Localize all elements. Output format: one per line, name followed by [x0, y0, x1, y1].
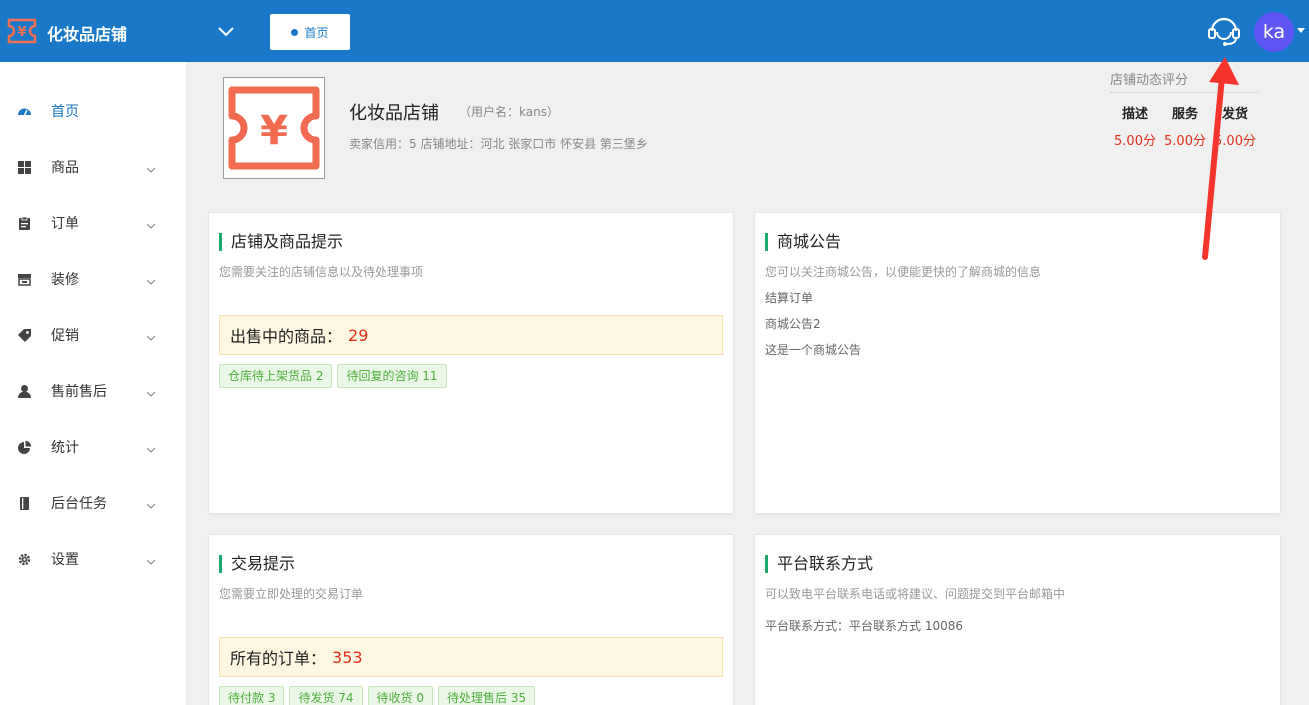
stat-all-orders[interactable]: 所有的订单： 353 — [219, 637, 723, 677]
card-subtitle: 您可以关注商城公告，以便能更快的了解商城的信息 — [765, 265, 1042, 279]
card-platform-contact: 平台联系方式 可以致电平台联系电话或将建议、问题提交到平台邮箱中 平台联系方式：… — [754, 534, 1281, 705]
customer-service-icon[interactable] — [1205, 13, 1243, 49]
shop-info: 卖家信用：5 店铺地址：河北 张家口市 怀安县 第三堡乡 — [349, 137, 648, 151]
chevron-down-icon — [145, 217, 157, 229]
shop-name: 化妆品店铺 — [349, 103, 439, 124]
tag-list: 仓库待上架货品 2 待回复的咨询 11 — [219, 364, 452, 388]
stat-value: 29 — [348, 325, 369, 345]
tag-icon — [17, 328, 32, 343]
tag-to-ship[interactable]: 待发货 74 — [289, 686, 363, 705]
active-dot-icon — [291, 28, 299, 36]
sidebar-item-decoration[interactable]: 装修 — [0, 259, 186, 299]
notice-item[interactable]: 结算订单 — [765, 289, 813, 306]
contact-info: 平台联系方式：平台联系方式 10086 — [765, 619, 963, 633]
tag-to-receive[interactable]: 待收货 0 — [367, 686, 433, 705]
card-title: 平台联系方式 — [765, 555, 873, 573]
sidebar-item-tasks[interactable]: 后台任务 — [0, 483, 186, 523]
chevron-down-icon — [145, 161, 157, 173]
shop-logo-icon[interactable]: ¥ — [7, 16, 37, 46]
stat-on-sale[interactable]: 出售中的商品： 29 — [219, 315, 723, 355]
sidebar-item-label: 售前售后 — [51, 384, 107, 400]
card-trade-tips: 交易提示 您需要立即处理的交易订单 所有的订单： 353 待付款 3 待发货 7… — [208, 534, 734, 705]
store-icon — [17, 272, 32, 287]
stat-label: 出售中的商品： — [230, 327, 343, 346]
avatar[interactable]: ka — [1254, 12, 1294, 52]
sidebar-item-label: 后台任务 — [51, 496, 107, 512]
sidebar-item-label: 商品 — [51, 160, 79, 176]
dashboard-icon — [17, 104, 32, 119]
chevron-down-icon[interactable] — [215, 20, 237, 42]
chevron-down-icon — [145, 497, 157, 509]
sidebar: 首页 商品 订单 装修 促销 售前售后 统计 后台任务 设置 — [0, 62, 186, 705]
shop-username: （用户名：kans） — [459, 105, 559, 119]
pie-chart-icon — [17, 440, 32, 455]
sidebar-item-service[interactable]: 售前售后 — [0, 371, 186, 411]
user-icon — [17, 384, 32, 399]
card-shop-tips: 店铺及商品提示 您需要关注的店铺信息以及待处理事项 出售中的商品： 29 仓库待… — [208, 212, 734, 514]
sidebar-item-promotion[interactable]: 促销 — [0, 315, 186, 355]
tab-home[interactable]: 首页 — [270, 14, 350, 50]
card-title: 交易提示 — [219, 555, 295, 573]
tag-unpaid[interactable]: 待付款 3 — [219, 686, 285, 705]
sidebar-item-statistics[interactable]: 统计 — [0, 427, 186, 467]
grid-icon — [17, 160, 32, 175]
top-bar: ¥ 化妆品店铺 首页 ka — [0, 0, 1309, 62]
sidebar-item-label: 首页 — [51, 104, 79, 120]
card-subtitle: 可以致电平台联系电话或将建议、问题提交到平台邮箱中 — [765, 587, 1066, 601]
tab-home-label: 首页 — [304, 25, 329, 40]
card-title: 店铺及商品提示 — [219, 233, 343, 251]
tag-consult[interactable]: 待回复的咨询 11 — [337, 364, 447, 388]
svg-text:¥: ¥ — [17, 25, 26, 40]
tag-after-sale[interactable]: 待处理售后 35 — [438, 686, 536, 705]
rating-value-desc: 5.00分 — [1114, 134, 1156, 149]
shop-logo-image: ¥ — [223, 77, 325, 179]
stat-label: 所有的订单： — [230, 649, 327, 668]
sidebar-item-label: 订单 — [51, 216, 79, 232]
rating-label-desc: 描述 — [1121, 107, 1148, 122]
chevron-down-icon — [145, 441, 157, 453]
chevron-down-icon — [145, 273, 157, 285]
sidebar-item-orders[interactable]: 订单 — [0, 203, 186, 243]
chevron-down-icon — [145, 553, 157, 565]
svg-text:¥: ¥ — [260, 108, 288, 154]
sidebar-item-label: 统计 — [51, 440, 79, 456]
chevron-down-icon — [145, 329, 157, 341]
clipboard-icon — [17, 216, 32, 231]
rating-title: 店铺动态评分 — [1110, 73, 1189, 88]
chevron-down-icon — [145, 385, 157, 397]
tag-warehouse[interactable]: 仓库待上架货品 2 — [219, 364, 333, 388]
card-subtitle: 您需要关注的店铺信息以及待处理事项 — [219, 265, 424, 279]
notice-item[interactable]: 商城公告2 — [765, 315, 821, 332]
card-subtitle: 您需要立即处理的交易订单 — [219, 587, 364, 601]
stat-value: 353 — [332, 647, 363, 667]
caret-down-icon[interactable] — [1297, 28, 1305, 33]
sidebar-item-goods[interactable]: 商品 — [0, 147, 186, 187]
book-icon — [17, 496, 32, 511]
tag-list: 待付款 3 待发货 74 待收货 0 待处理售后 35 — [219, 686, 540, 705]
app-title: 化妆品店铺 — [47, 25, 128, 44]
sidebar-item-settings[interactable]: 设置 — [0, 539, 186, 579]
sidebar-item-label: 设置 — [51, 552, 79, 568]
sidebar-item-label: 促销 — [51, 328, 79, 344]
gear-icon — [17, 552, 32, 567]
sidebar-item-home[interactable]: 首页 — [0, 91, 186, 131]
card-title: 商城公告 — [765, 233, 841, 251]
sidebar-item-label: 装修 — [51, 272, 79, 288]
annotation-arrow-icon — [1202, 57, 1239, 260]
notice-item[interactable]: 这是一个商城公告 — [765, 341, 861, 358]
